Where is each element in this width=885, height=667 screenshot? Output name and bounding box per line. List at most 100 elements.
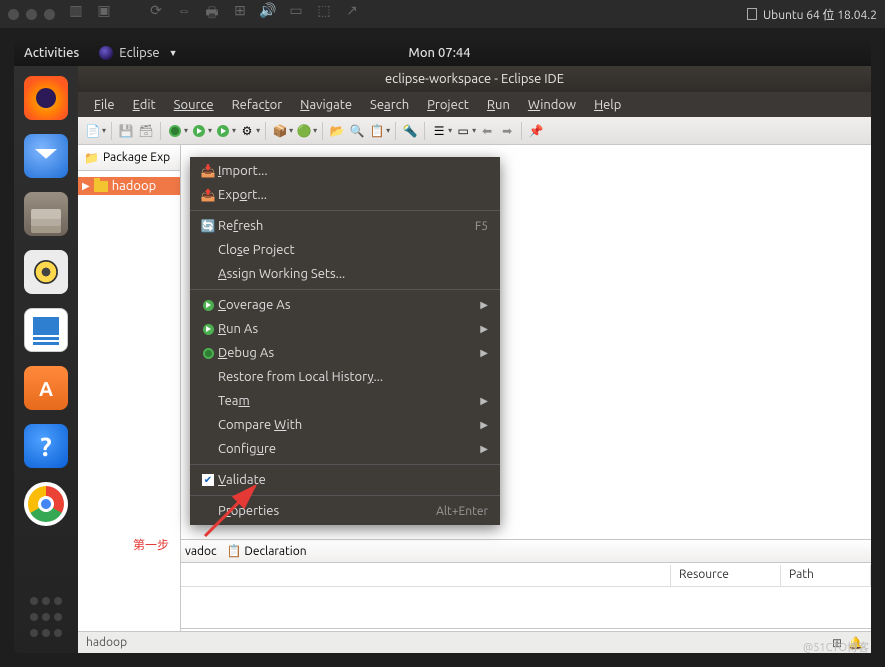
refresh-icon: 🔄 bbox=[198, 219, 218, 233]
watermark: @51CTO博客 bbox=[803, 639, 869, 655]
expand-icon[interactable]: ▶ bbox=[82, 180, 90, 192]
menu-help[interactable]: Help bbox=[586, 95, 629, 115]
col-resource[interactable]: Resource bbox=[671, 565, 781, 586]
save-button[interactable]: 💾 bbox=[117, 122, 135, 140]
save-all-button[interactable]: 🗃 bbox=[137, 122, 155, 140]
files-icon[interactable] bbox=[24, 192, 68, 236]
menu-window[interactable]: Window bbox=[520, 95, 584, 115]
coverage-icon bbox=[198, 300, 218, 311]
writer-icon[interactable] bbox=[24, 308, 68, 352]
coverage-button[interactable] bbox=[214, 122, 232, 140]
eclipse-titlebar: eclipse-workspace - Eclipse IDE bbox=[78, 66, 871, 92]
vm-tool-icon[interactable]: ▣ bbox=[95, 2, 113, 26]
menu-export[interactable]: 📤 Export... bbox=[190, 183, 500, 207]
vm-tool-icon[interactable]: ⟳ bbox=[147, 2, 165, 26]
fwd-button[interactable]: ➡ bbox=[498, 122, 516, 140]
col-path[interactable]: Path bbox=[781, 565, 871, 586]
menu-debug-as[interactable]: Debug As▶ bbox=[190, 341, 500, 365]
ubuntu-top-bar: Activities Eclipse▼ Mon 07:44 bbox=[14, 40, 871, 66]
vm-tool-icon[interactable]: 🖶 bbox=[203, 2, 221, 26]
debug-button[interactable] bbox=[166, 122, 184, 140]
menu-navigate[interactable]: Navigate bbox=[292, 95, 360, 115]
pin-button[interactable]: 📌 bbox=[527, 122, 545, 140]
new-class-button[interactable]: 🟢 bbox=[295, 122, 313, 140]
menu-edit[interactable]: Edit bbox=[125, 95, 164, 115]
nav-button[interactable]: ▭ bbox=[454, 122, 472, 140]
software-icon[interactable] bbox=[24, 366, 68, 410]
search-button[interactable]: 🔍 bbox=[348, 122, 366, 140]
menu-close-project[interactable]: Close Project bbox=[190, 238, 500, 262]
menu-assign-working-sets[interactable]: Assign Working Sets... bbox=[190, 262, 500, 286]
tree-item-hadoop[interactable]: ▶ hadoop bbox=[78, 177, 180, 195]
thunderbird-icon[interactable] bbox=[24, 134, 68, 178]
task-button[interactable]: 📋 bbox=[368, 122, 386, 140]
menu-refactor[interactable]: Refactor bbox=[224, 95, 291, 115]
menu-search[interactable]: Search bbox=[362, 95, 417, 115]
new-button[interactable]: 📄 bbox=[84, 122, 102, 140]
new-pkg-button[interactable]: 📦 bbox=[271, 122, 289, 140]
package-explorer-tab[interactable]: 📁 Package Exp bbox=[78, 145, 180, 171]
menu-refresh[interactable]: 🔄 Refresh F5 bbox=[190, 214, 500, 238]
max-dot[interactable] bbox=[44, 9, 55, 20]
menu-import[interactable]: 📥 Import... bbox=[190, 159, 500, 183]
menu-project[interactable]: Project bbox=[419, 95, 477, 115]
eclipse-toolbar: 📄▾ 💾 🗃 ▾ ▾ ▾ ⚙▾ 📦▾ 🟢▾ 📂 🔍 📋▾ 🔦 ☰▾ ▭▾ ⬅ ➡… bbox=[78, 117, 871, 145]
help-icon[interactable]: ? bbox=[24, 424, 68, 468]
menu-configure[interactable]: Configure▶ bbox=[190, 437, 500, 461]
menu-validate[interactable]: ✔ Validate bbox=[190, 468, 500, 492]
menu-coverage-as[interactable]: Coverage As▶ bbox=[190, 293, 500, 317]
menu-file[interactable]: File bbox=[86, 95, 123, 115]
menu-restore-history[interactable]: Restore from Local History... bbox=[190, 365, 500, 389]
status-project: hadoop bbox=[86, 636, 127, 649]
back-button[interactable]: ⬅ bbox=[478, 122, 496, 140]
menu-source[interactable]: Source bbox=[166, 95, 222, 115]
vm-tool-icon[interactable]: ▭ bbox=[287, 2, 305, 26]
eclipse-icon bbox=[99, 46, 113, 60]
wand-button[interactable]: 🔦 bbox=[401, 122, 419, 140]
show-apps-icon[interactable] bbox=[24, 595, 68, 639]
rhythmbox-icon[interactable] bbox=[24, 250, 68, 294]
nav-button[interactable]: ☰ bbox=[430, 122, 448, 140]
bottom-view-tabs: vadoc 📋 Declaration bbox=[181, 539, 871, 563]
run-button[interactable] bbox=[190, 122, 208, 140]
package-tree[interactable]: ▶ hadoop bbox=[78, 171, 180, 653]
declaration-tab[interactable]: 📋 Declaration bbox=[227, 544, 307, 558]
col-description[interactable] bbox=[181, 565, 671, 586]
disk-icon bbox=[747, 8, 757, 20]
import-icon: 📥 bbox=[198, 164, 218, 178]
package-explorer: 📁 Package Exp ▶ hadoop 第一步 bbox=[78, 145, 181, 653]
vm-titlebar: ▥ ▣ ⟳ ⇔ 🖶 ⊞ 🔊 ▭ ⬚ ↗ Ubuntu 64 位 18.04.2 bbox=[0, 0, 885, 28]
firefox-icon[interactable] bbox=[24, 76, 68, 120]
vm-tool-icon[interactable]: ⊞ bbox=[231, 2, 249, 26]
vm-tool-icon[interactable]: ⬚ bbox=[315, 2, 333, 26]
app-menu[interactable]: Eclipse▼ bbox=[99, 46, 177, 60]
vm-tool-icon[interactable]: ▥ bbox=[67, 2, 85, 26]
min-dot[interactable] bbox=[26, 9, 37, 20]
clock[interactable]: Mon 07:44 bbox=[408, 46, 476, 60]
close-dot[interactable] bbox=[8, 9, 19, 20]
vm-tool-icon[interactable]: 🔊 bbox=[259, 2, 277, 26]
package-icon: 📁 bbox=[84, 151, 99, 165]
vm-tool-icon[interactable]: ⇔ bbox=[175, 2, 193, 26]
menu-run[interactable]: Run bbox=[479, 95, 518, 115]
menu-team[interactable]: Team▶ bbox=[190, 389, 500, 413]
debug-icon bbox=[198, 348, 218, 359]
annotation-step1: 第一步 bbox=[133, 536, 169, 553]
menu-compare-with[interactable]: Compare With▶ bbox=[190, 413, 500, 437]
chrome-icon[interactable] bbox=[24, 482, 68, 526]
problems-table[interactable]: Resource Path bbox=[181, 565, 871, 629]
javadoc-tab[interactable]: vadoc bbox=[185, 545, 217, 558]
vm-toolbar: ▥ ▣ ⟳ ⇔ 🖶 ⊞ 🔊 ▭ ⬚ ↗ bbox=[67, 2, 361, 26]
ext-button[interactable]: ⚙ bbox=[238, 122, 256, 140]
window-controls[interactable] bbox=[8, 9, 55, 20]
menu-properties[interactable]: Properties Alt+Enter bbox=[190, 499, 500, 523]
activities-button[interactable]: Activities bbox=[24, 46, 79, 60]
checkbox-icon: ✔ bbox=[198, 474, 218, 486]
ubuntu-dock: ? bbox=[14, 66, 78, 653]
run-icon bbox=[198, 324, 218, 335]
open-type-button[interactable]: 📂 bbox=[328, 122, 346, 140]
menu-run-as[interactable]: Run As▶ bbox=[190, 317, 500, 341]
vm-title: Ubuntu 64 位 18.04.2 bbox=[747, 6, 877, 23]
vm-tool-icon[interactable]: ↗ bbox=[343, 2, 361, 26]
export-icon: 📤 bbox=[198, 188, 218, 202]
